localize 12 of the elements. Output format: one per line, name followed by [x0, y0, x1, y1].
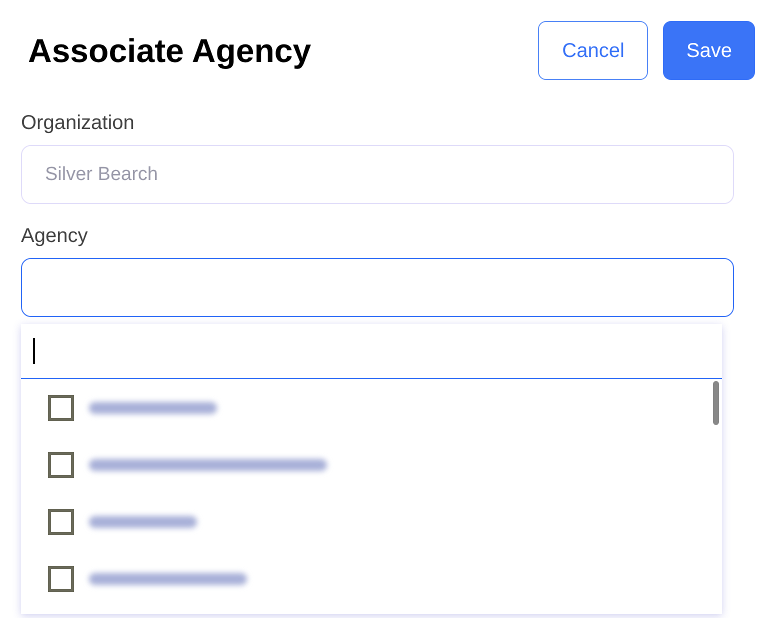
- scrollbar-thumb[interactable]: [713, 381, 719, 425]
- field-label: Agency: [21, 224, 89, 248]
- agency-field[interactable]: [21, 258, 734, 317]
- save-button[interactable]: Save: [663, 21, 755, 80]
- text-cursor: [33, 338, 35, 364]
- field-label: Organization: [21, 111, 136, 135]
- checkbox[interactable]: [48, 508, 74, 534]
- checkbox[interactable]: [48, 394, 74, 420]
- checkbox[interactable]: [48, 566, 74, 592]
- checkbox[interactable]: [48, 452, 74, 478]
- dialog-title: Associate Agency: [28, 30, 312, 71]
- cancel-button[interactable]: Cancel: [538, 21, 648, 80]
